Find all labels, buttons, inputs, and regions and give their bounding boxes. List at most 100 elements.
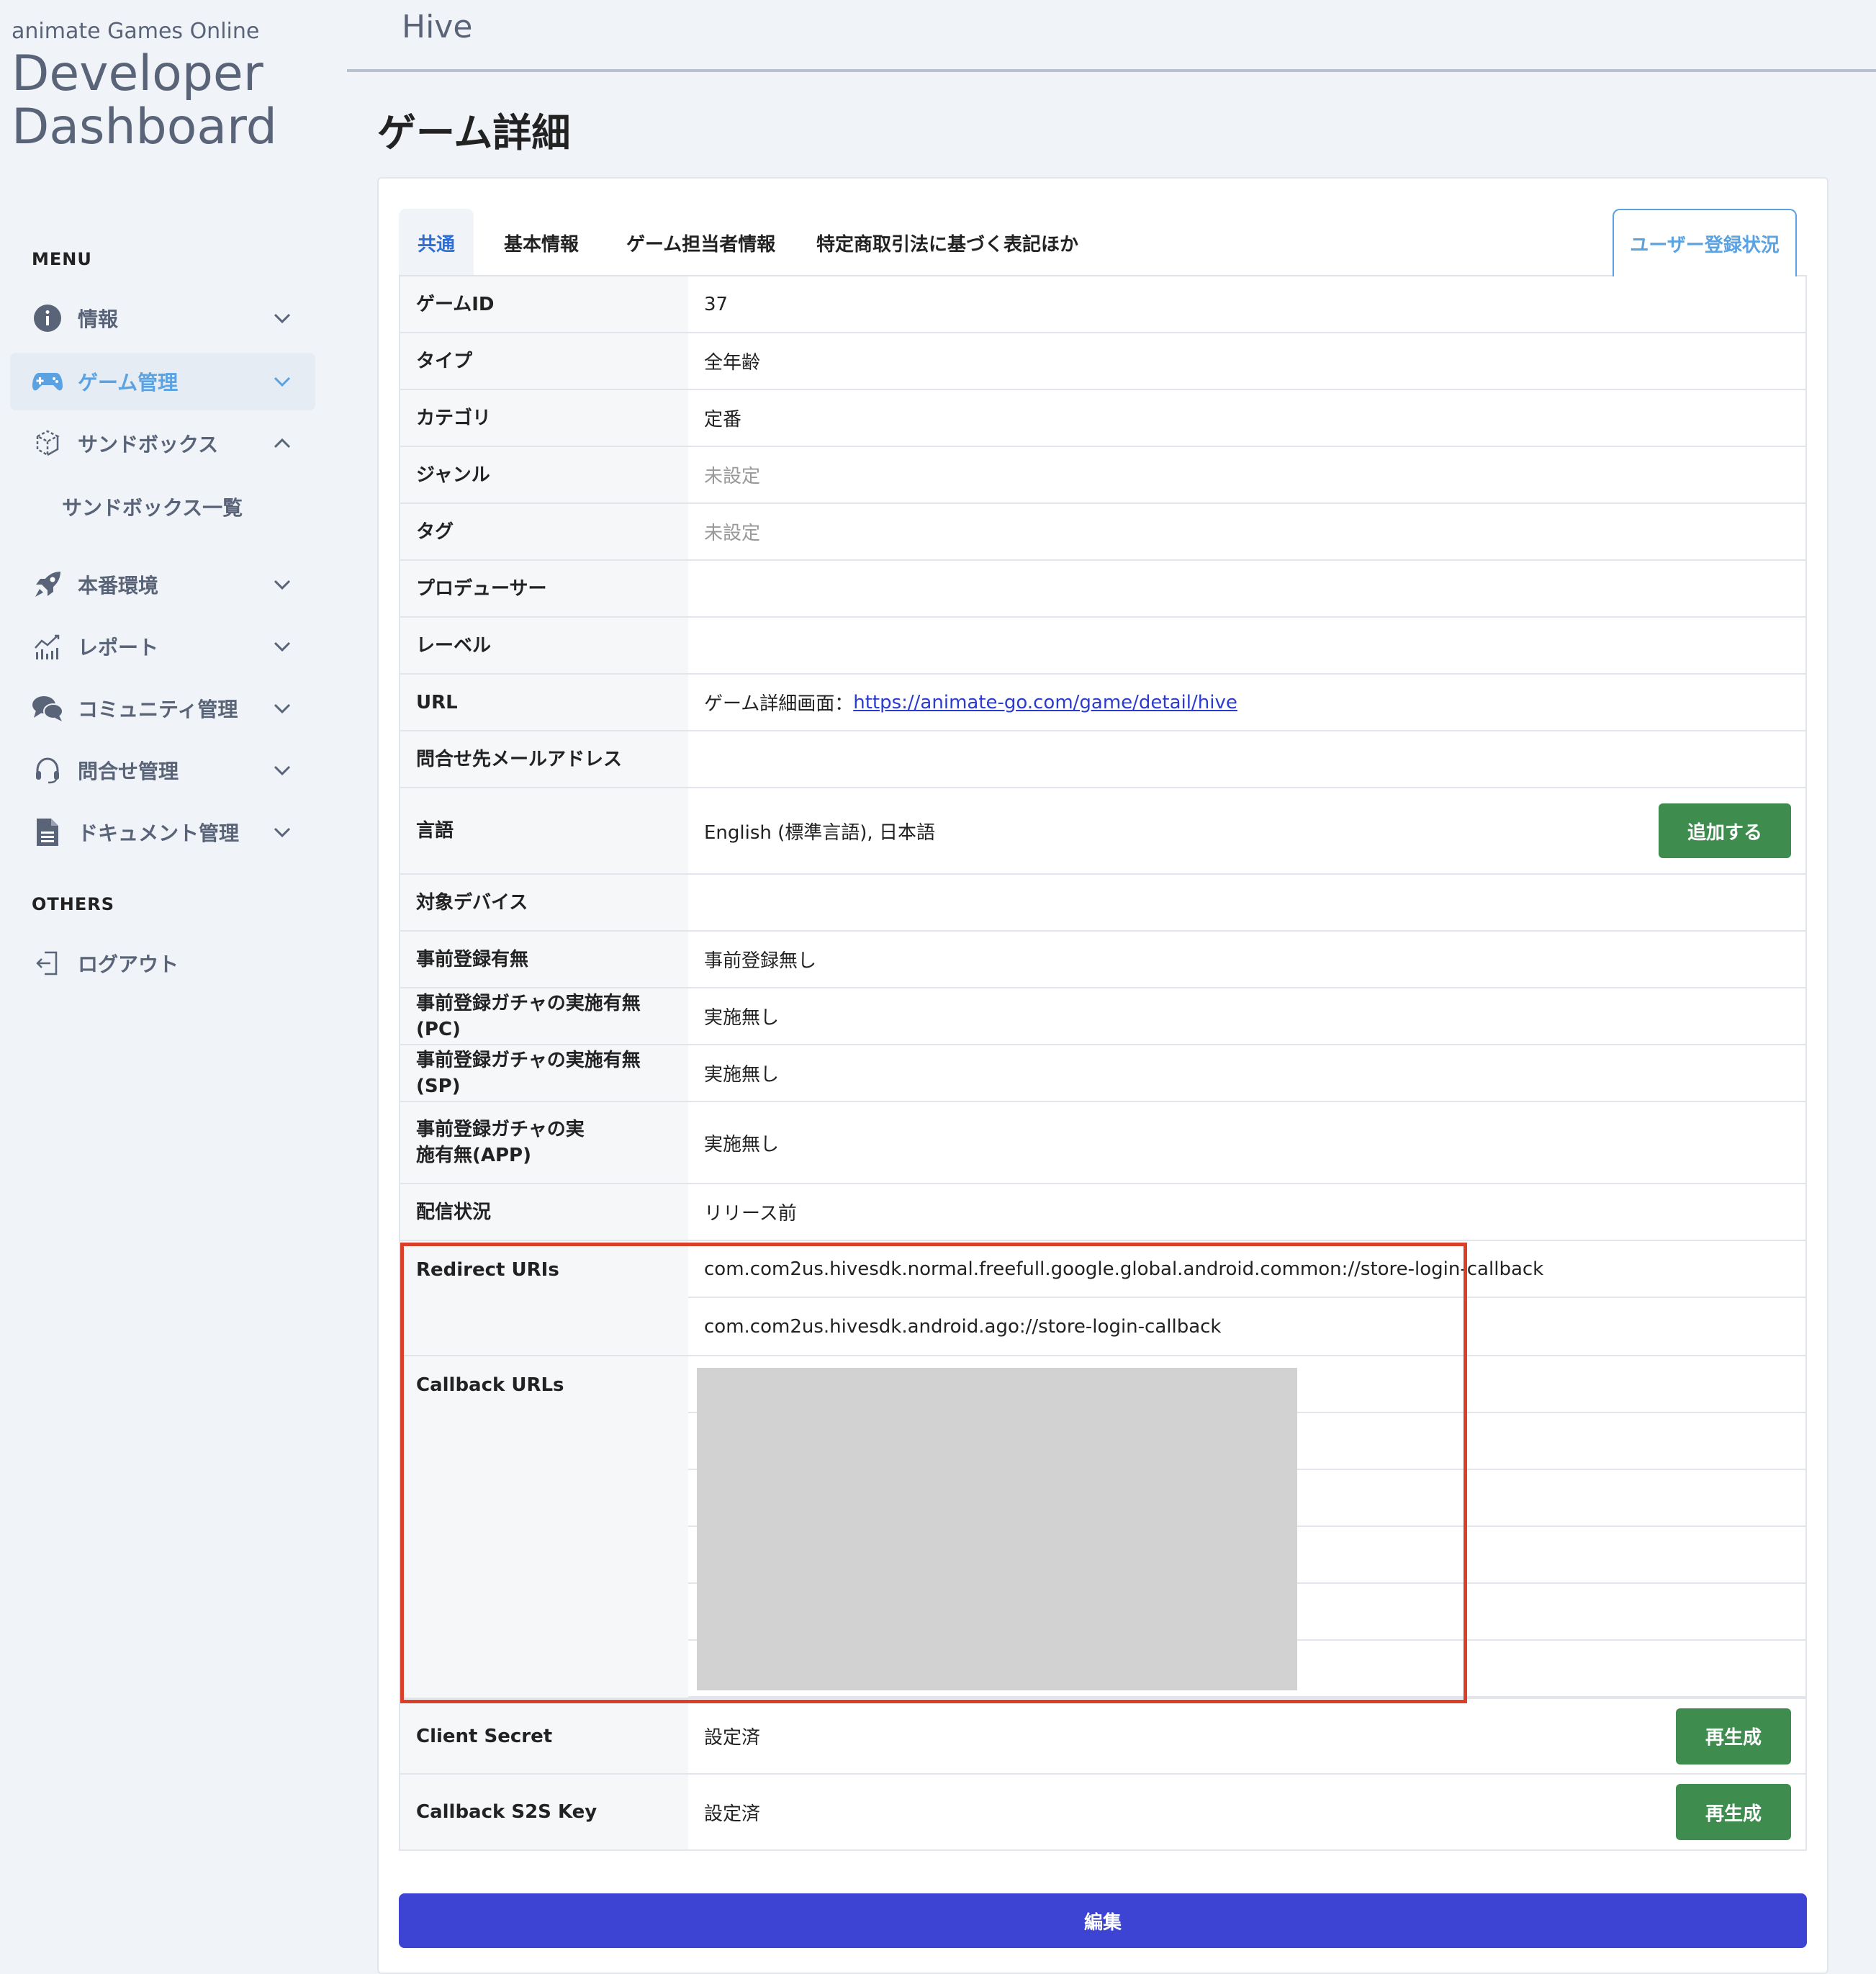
user-registration-status-button[interactable]: ユーザー登録状況 — [1613, 209, 1797, 276]
brand-subtitle: animate Games Online — [12, 19, 260, 44]
row-value — [688, 731, 1805, 787]
sidebar-item-community[interactable]: コミュニティ管理 — [10, 680, 315, 737]
sidebar-item-label: レポート — [78, 636, 159, 659]
table-row: 事前登録ガチャの実施有無(PC) 実施無し — [400, 988, 1805, 1045]
document-icon — [32, 816, 63, 848]
top-bar: Hive — [347, 0, 1876, 72]
row-label: 事前登録有無 — [400, 932, 688, 987]
game-detail-link[interactable]: https://animate-go.com/game/detail/hive — [853, 692, 1237, 713]
url-prefix: ゲーム詳細画面： — [704, 693, 854, 715]
table-row: カテゴリ 定番 — [400, 390, 1805, 447]
row-label: 言語 — [400, 788, 688, 873]
row-label: 事前登録ガチャの実施有無(APP) — [400, 1102, 688, 1183]
row-value — [688, 618, 1805, 673]
tab-commercial-law[interactable]: 特定商取引法に基づく表記ほか — [816, 209, 1078, 276]
sidebar-item-label: 本番環境 — [78, 574, 159, 598]
sidebar-item-label: サンドボックス — [78, 433, 219, 456]
sidebar-subitem-sandbox-list[interactable]: サンドボックス一覧 — [62, 485, 243, 528]
detail-table: ゲームID 37 タイプ 全年齢 カテゴリ 定番 ジャンル 未設定 タグ 未設定… — [399, 276, 1807, 1851]
edit-button[interactable]: 編集 — [399, 1893, 1807, 1948]
brand-line-1: Developer — [12, 45, 263, 102]
chevron-down-icon — [274, 703, 291, 714]
table-row: 対象デバイス — [400, 875, 1805, 932]
row-label: 配信状況 — [400, 1184, 688, 1240]
row-value: 事前登録無し — [704, 950, 817, 972]
table-row: Client Secret 設定済 再生成 — [400, 1699, 1805, 1775]
sandbox-icon — [32, 428, 63, 459]
chevron-down-icon — [274, 765, 291, 776]
row-value: 実施無し — [704, 1064, 780, 1086]
brand-title[interactable]: Developer Dashboard — [12, 48, 277, 154]
sidebar-item-report[interactable]: レポート — [10, 618, 315, 675]
row-label: タグ — [400, 504, 688, 559]
add-language-button[interactable]: 追加する — [1659, 803, 1791, 858]
sidebar-item-document[interactable]: ドキュメント管理 — [10, 803, 315, 861]
row-label: レーベル — [400, 618, 688, 673]
row-value: 未設定 — [704, 523, 761, 544]
tab-bar: 共通 基本情報 ゲーム担当者情報 特定商取引法に基づく表記ほか — [399, 209, 1807, 276]
table-row: URL ゲーム詳細画面： https://animate-go.com/game… — [400, 675, 1805, 731]
sidebar-item-inquiry[interactable]: 問合せ管理 — [10, 742, 315, 799]
redacted-area — [697, 1368, 1297, 1690]
row-value: 未設定 — [704, 466, 761, 487]
page-title: ゲーム詳細 — [377, 110, 571, 156]
callback-s2s-status: 設定済 — [704, 1803, 761, 1825]
chart-icon — [32, 631, 63, 662]
tab-basic-info[interactable]: 基本情報 — [504, 209, 579, 276]
row-value — [688, 561, 1805, 616]
sidebar-item-info[interactable]: 情報 — [10, 289, 315, 347]
table-row: 問合せ先メールアドレス — [400, 731, 1805, 788]
sidebar-item-label: ゲーム管理 — [78, 371, 179, 395]
row-value: 37 — [704, 293, 729, 315]
tab-contact-info[interactable]: ゲーム担当者情報 — [626, 209, 775, 276]
row-label: プロデューサー — [400, 561, 688, 616]
regenerate-s2s-key-button[interactable]: 再生成 — [1676, 1784, 1791, 1840]
headset-icon — [32, 754, 63, 786]
client-secret-status: 設定済 — [704, 1727, 761, 1749]
table-row: Callback S2S Key 設定済 再生成 — [400, 1775, 1805, 1851]
table-row: ゲームID 37 — [400, 276, 1805, 333]
row-value: 定番 — [704, 409, 742, 431]
callback-url-list — [688, 1356, 1805, 1698]
sidebar: animate Games Online Developer Dashboard… — [0, 0, 331, 1974]
chevron-up-icon — [274, 438, 291, 449]
table-row: レーベル — [400, 618, 1805, 675]
sidebar-item-game-management[interactable]: ゲーム管理 — [10, 353, 315, 410]
row-label: Redirect URIs — [400, 1241, 688, 1355]
row-label: 事前登録ガチャの実施有無(PC) — [400, 988, 688, 1044]
regenerate-client-secret-button[interactable]: 再生成 — [1676, 1708, 1791, 1765]
row-label: URL — [400, 675, 688, 730]
sidebar-item-sandbox[interactable]: サンドボックス — [10, 415, 315, 472]
row-label: カテゴリ — [400, 390, 688, 446]
table-row: タイプ 全年齢 — [400, 333, 1805, 390]
table-row: タグ 未設定 — [400, 504, 1805, 561]
brand-line-2: Dashboard — [12, 99, 277, 156]
table-row: 事前登録ガチャの実施有無(SP) 実施無し — [400, 1045, 1805, 1102]
chat-icon — [32, 693, 63, 724]
redirect-uri-item: com.com2us.hivesdk.normal.freefull.googl… — [688, 1241, 1805, 1298]
row-value: 実施無し — [704, 1007, 780, 1029]
sidebar-item-label: ログアウト — [78, 952, 179, 976]
row-label: ゲームID — [400, 276, 688, 332]
tab-common[interactable]: 共通 — [399, 209, 474, 276]
logout-icon — [32, 947, 63, 979]
info-icon — [32, 302, 63, 334]
row-label: 事前登録ガチャの実施有無(SP) — [400, 1045, 688, 1101]
sidebar-item-production[interactable]: 本番環境 — [10, 556, 315, 613]
row-value: リリース前 — [704, 1203, 797, 1225]
gamepad-icon — [32, 366, 63, 397]
table-row-callback-urls: Callback URLs — [400, 1356, 1805, 1699]
sidebar-item-logout[interactable]: ログアウト — [10, 934, 315, 992]
row-value: 全年齢 — [704, 352, 761, 374]
table-row-redirect-uris: Redirect URIs com.com2us.hivesdk.normal.… — [400, 1241, 1805, 1356]
sidebar-item-label: 問合せ管理 — [78, 760, 179, 783]
language-value: English (標準言語), 日本語 — [704, 821, 935, 844]
row-value: 実施無し — [704, 1133, 780, 1155]
table-row: 事前登録有無 事前登録無し — [400, 932, 1805, 988]
sidebar-item-label: 情報 — [78, 307, 119, 331]
row-label: タイプ — [400, 333, 688, 389]
row-value: 設定済 再生成 — [688, 1699, 1805, 1773]
chevron-down-icon — [274, 377, 291, 387]
row-label: ジャンル — [400, 447, 688, 502]
row-label: Callback S2S Key — [400, 1775, 688, 1849]
